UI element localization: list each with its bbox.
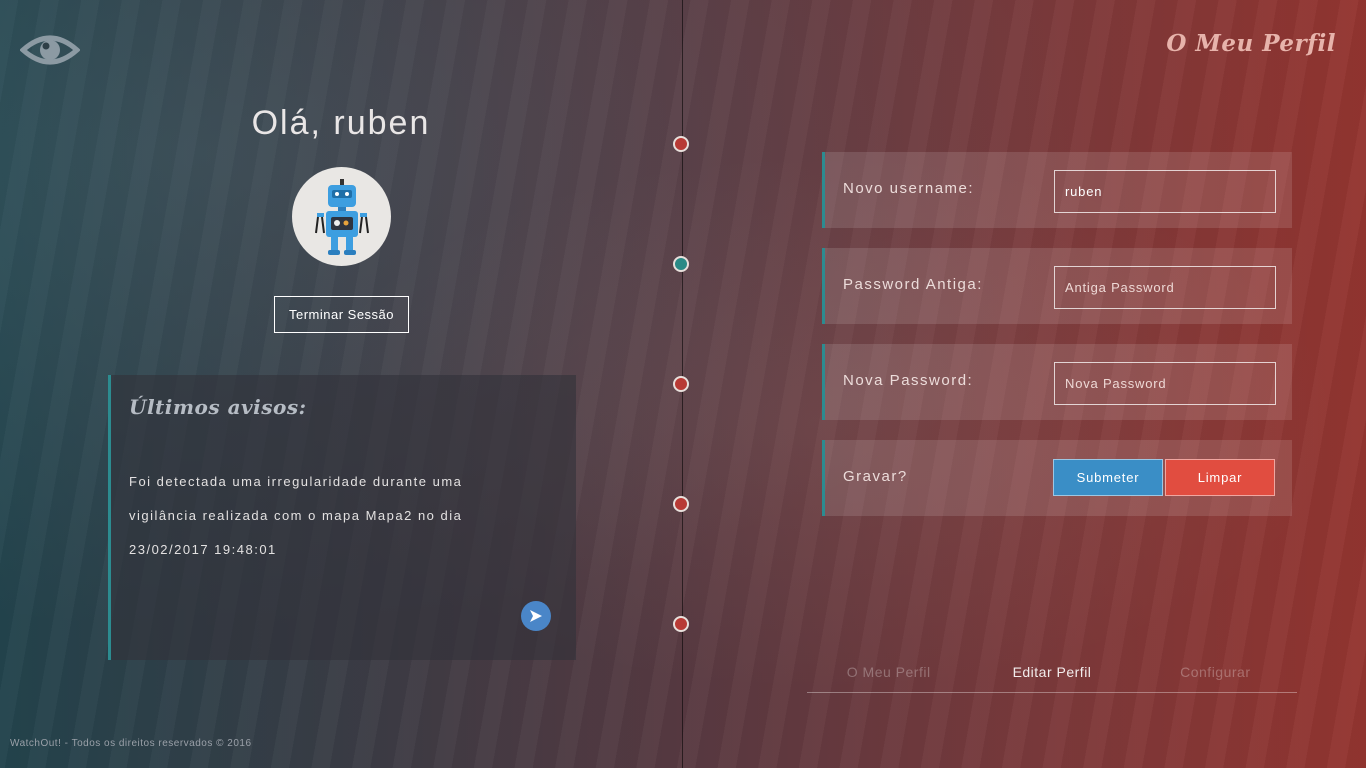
old-password-input[interactable] [1054, 266, 1276, 309]
profile-tabs: O Meu Perfil Editar Perfil Configurar [807, 660, 1297, 693]
avatar [292, 167, 391, 266]
username-row: Novo username: [822, 152, 1292, 228]
timeline-dot [673, 256, 689, 272]
eye-icon[interactable] [19, 30, 81, 70]
logout-button[interactable]: Terminar Sessão [274, 296, 409, 333]
clear-button[interactable]: Limpar [1165, 459, 1275, 496]
save-row: Gravar? Submeter Limpar [822, 440, 1292, 516]
notices-panel: Últimos avisos: Foi detectada uma irregu… [108, 375, 576, 660]
tab-configure[interactable]: Configurar [1134, 660, 1297, 692]
arrow-right-icon[interactable] [521, 601, 551, 631]
timeline-dot [673, 496, 689, 512]
old-password-row: Password Antiga: [822, 248, 1292, 324]
new-password-row: Nova Password: [822, 344, 1292, 420]
brand-title: O Meu Perfil [1166, 30, 1336, 57]
notices-title: Últimos avisos: [129, 395, 307, 419]
save-label: Gravar? [843, 468, 908, 485]
new-password-label: Nova Password: [843, 372, 974, 389]
tab-my-profile[interactable]: O Meu Perfil [807, 660, 970, 692]
footer-copyright: WatchOut! - Todos os direitos reservados… [10, 738, 252, 749]
submit-button[interactable]: Submeter [1053, 459, 1163, 496]
notice-message: Foi detectada uma irregularidade durante… [129, 474, 463, 557]
username-label: Novo username: [843, 180, 975, 197]
username-input[interactable] [1054, 170, 1276, 213]
timeline-dot [673, 616, 689, 632]
new-password-input[interactable] [1054, 362, 1276, 405]
old-password-label: Password Antiga: [843, 276, 983, 293]
tab-edit-profile[interactable]: Editar Perfil [970, 660, 1133, 692]
greeting-title: Olá, ruben [251, 104, 431, 142]
robot-avatar-icon [314, 178, 369, 255]
timeline-dot [673, 376, 689, 392]
